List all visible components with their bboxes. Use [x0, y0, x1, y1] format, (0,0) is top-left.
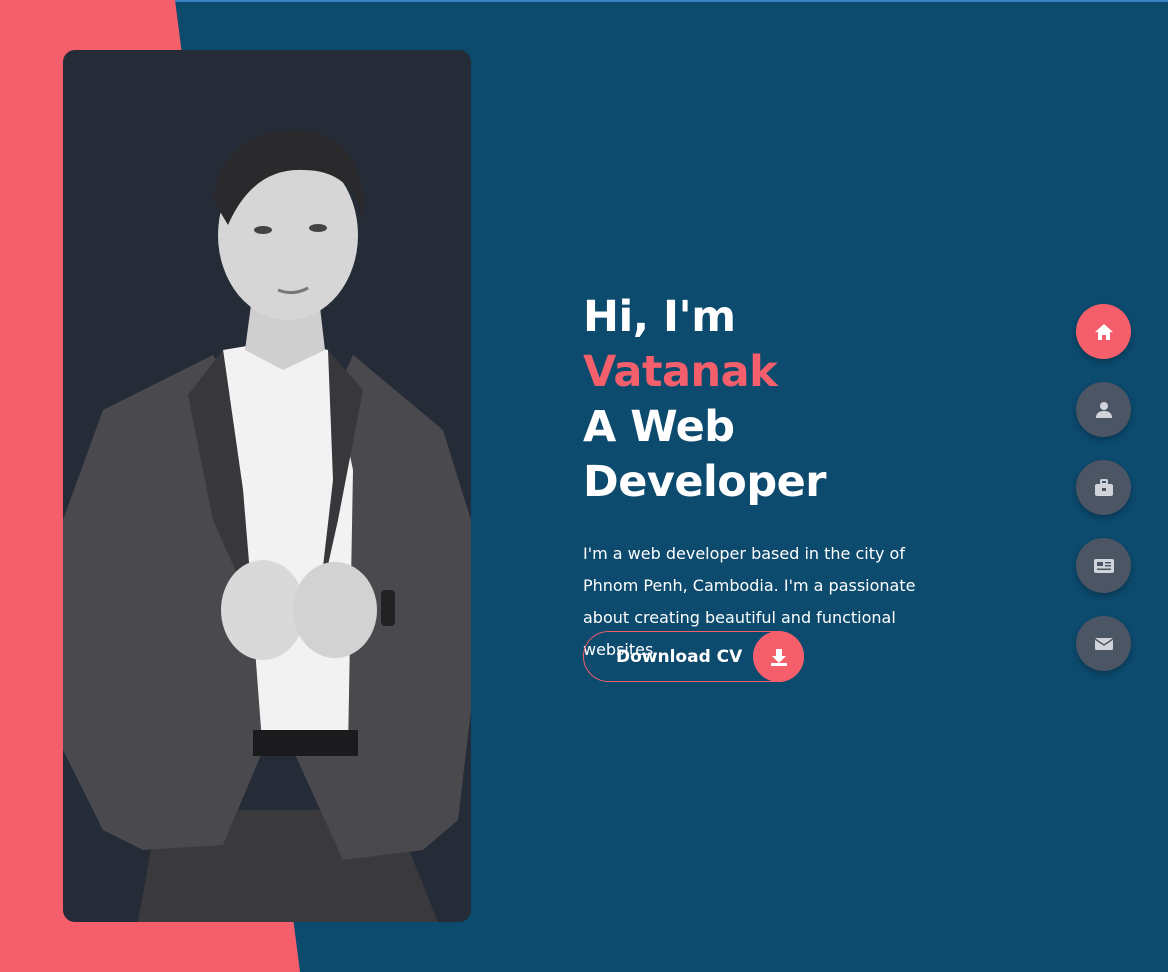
- nav-blog-button[interactable]: [1076, 538, 1131, 593]
- hero-section: Hi, I'm Vatanak A Web Developer I'm a we…: [583, 290, 943, 682]
- home-icon: [1094, 323, 1113, 340]
- profile-photo: [63, 130, 471, 922]
- newspaper-icon: [1093, 558, 1114, 573]
- briefcase-icon: [1094, 478, 1113, 496]
- download-cv-label: Download CV: [616, 646, 743, 667]
- nav-about-button[interactable]: [1076, 382, 1131, 437]
- download-icon: [753, 631, 804, 682]
- profile-photo-card: [63, 50, 471, 922]
- nav-home-button[interactable]: [1076, 304, 1131, 359]
- user-icon: [1095, 401, 1112, 418]
- role-line-1: A Web: [583, 402, 735, 452]
- envelope-icon: [1094, 637, 1113, 650]
- greeting-text: Hi, I'm: [583, 292, 736, 342]
- side-navigation: [1076, 304, 1131, 694]
- nav-portfolio-button[interactable]: [1076, 460, 1131, 515]
- nav-contact-button[interactable]: [1076, 616, 1131, 671]
- hero-headline: Hi, I'm Vatanak A Web Developer: [583, 290, 943, 510]
- download-cv-button[interactable]: Download CV: [583, 631, 804, 682]
- role-line-2: Developer: [583, 457, 826, 507]
- name-highlight: Vatanak: [583, 347, 778, 397]
